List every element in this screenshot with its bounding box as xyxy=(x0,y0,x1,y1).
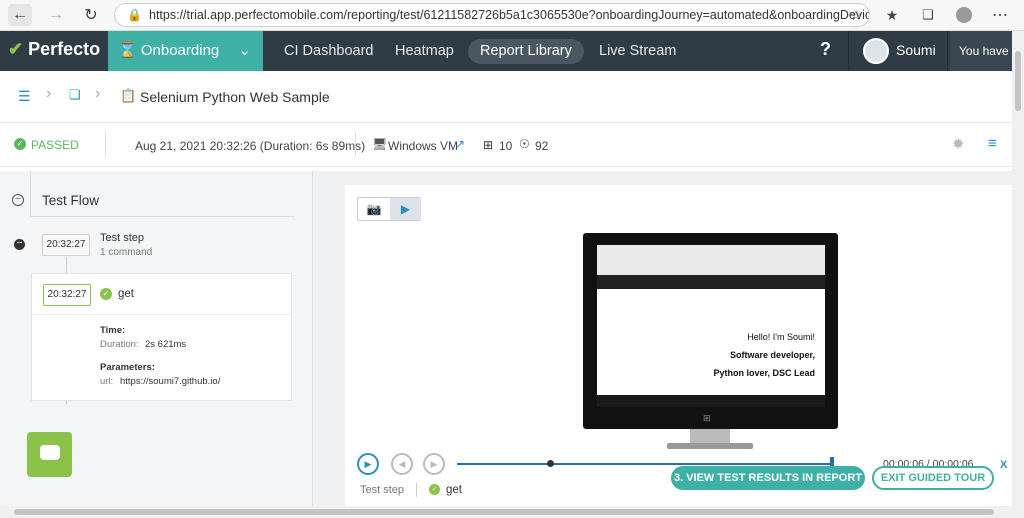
screen-line-1: Hello! I'm Soumi! xyxy=(747,332,815,342)
command-card[interactable]: 20:32:27 ✓ get Time: Duration: 2s 621ms … xyxy=(31,273,292,401)
lock-icon: 🔒 xyxy=(127,8,142,22)
previous-icon[interactable]: ◀ xyxy=(391,453,413,475)
profile-icon[interactable] xyxy=(952,4,976,26)
onboarding-menu[interactable]: ⌛ Onboarding ⌄ xyxy=(108,31,263,71)
user-name: Soumi xyxy=(896,42,936,58)
screen-taskbar xyxy=(597,395,825,407)
browser-toolbar: ← → ↻ 🔒 https://trial.app.perfectomobile… xyxy=(0,0,1024,31)
chat-button[interactable] xyxy=(27,432,72,477)
list-view-icon[interactable]: ☰ xyxy=(18,88,31,105)
external-link-icon[interactable]: ↗ xyxy=(455,137,465,151)
hourglass-icon: ⌛ xyxy=(118,42,137,59)
back-icon[interactable]: ← xyxy=(8,4,32,26)
monitor-neck xyxy=(690,429,730,443)
test-flow-panel: − Test Flow − 20:32:27 Test step 1 comma… xyxy=(0,171,313,506)
user-menu[interactable]: Soumi xyxy=(848,31,948,71)
collapse-step-icon[interactable]: − xyxy=(14,239,25,250)
play-icon[interactable]: ▶ xyxy=(357,453,379,475)
favorites-icon[interactable]: ★ xyxy=(880,4,904,26)
nav-heatmap[interactable]: Heatmap xyxy=(383,39,466,64)
perfecto-p-icon: ✔ xyxy=(8,39,24,59)
pass-icon: ✓ xyxy=(429,484,440,495)
duration-label: Duration: xyxy=(100,339,139,350)
page-title: Selenium Python Web Sample xyxy=(140,89,330,105)
media-toggle: 📷 ▶ xyxy=(357,197,421,221)
perfecto-logo[interactable]: ✔ Perfecto xyxy=(8,39,100,60)
nav-ci-dashboard[interactable]: CI Dashboard xyxy=(272,39,385,64)
chevron-down-icon: ⌄ xyxy=(238,42,251,59)
forward-icon[interactable]: → xyxy=(44,4,68,26)
screen-browser-bar xyxy=(597,245,825,275)
screen-nav xyxy=(597,275,825,289)
media-viewer: 📷 ▶ Hello! I'm Soumi! Software developer… xyxy=(345,185,1012,506)
address-bar[interactable]: 🔒 https://trial.app.perfectomobile.com/r… xyxy=(114,3,870,27)
close-tour-button[interactable]: X xyxy=(1000,459,1007,471)
pass-icon: ✓ xyxy=(100,288,112,300)
app-header: ✔ Perfecto ⌛ Onboarding ⌄ CI Dashboard H… xyxy=(0,31,1024,71)
current-step-label: Test step xyxy=(360,484,405,496)
video-icon[interactable]: ▶ xyxy=(390,198,421,220)
horizontal-scrollbar[interactable] xyxy=(0,506,1024,518)
command-name: get xyxy=(118,288,134,300)
command-timestamp: 20:32:27 xyxy=(43,284,91,306)
details-list-icon[interactable]: ≡ xyxy=(988,135,997,152)
monitor-stand xyxy=(667,443,753,449)
exit-guided-tour-button[interactable]: EXIT GUIDED TOUR xyxy=(872,466,994,490)
step-marker[interactable] xyxy=(547,460,554,467)
pass-icon: ✓ xyxy=(14,138,26,150)
favorite-star-icon[interactable]: ☆ xyxy=(844,4,868,26)
test-flow-title: Test Flow xyxy=(42,193,100,208)
chat-bubble-icon xyxy=(40,445,60,460)
logo-text: Perfecto xyxy=(28,39,101,59)
duration-value: 2s 621ms xyxy=(145,339,187,350)
chevron-right-icon: › xyxy=(46,85,52,102)
breadcrumb: ☰ › ❏ › 📋 Selenium Python Web Sample xyxy=(0,71,1012,123)
screen-line-2: Software developer, xyxy=(729,350,815,360)
clipboard-icon: 📋 xyxy=(120,88,137,103)
avatar xyxy=(863,38,889,64)
camera-icon[interactable]: 📷 xyxy=(358,198,390,220)
time-label: Time: xyxy=(100,325,126,336)
chevron-right-icon: › xyxy=(95,85,101,102)
collections-icon[interactable]: ❏ xyxy=(916,4,940,26)
screen-line-3: Python lover, DSC Lead xyxy=(713,368,815,378)
step-timestamp: 20:32:27 xyxy=(42,234,90,256)
windows-logo-icon: ⊞ xyxy=(703,413,711,423)
os-version: 10 xyxy=(499,139,513,153)
report-icon[interactable]: ❏ xyxy=(69,87,81,103)
more-menu-icon[interactable]: ⋯ xyxy=(988,4,1012,26)
onboarding-label: Onboarding xyxy=(140,42,220,59)
video-progress-bar[interactable] xyxy=(457,463,833,465)
nav-report-library[interactable]: Report Library xyxy=(468,39,584,64)
test-datetime: Aug 21, 2021 20:32:26 (Duration: 6s 89ms… xyxy=(135,139,366,153)
help-icon[interactable]: ? xyxy=(820,39,831,60)
platform-label: Windows VM xyxy=(388,139,459,153)
windows-icon: ⊞ xyxy=(483,138,494,152)
test-status-bar: ✓ PASSED Aug 21, 2021 20:32:26 (Duration… xyxy=(0,123,1012,167)
nav-live-stream[interactable]: Live Stream xyxy=(587,39,688,64)
status-badge: PASSED xyxy=(31,138,79,152)
notification-banner[interactable]: You have xyxy=(950,31,1012,71)
chrome-icon: ☉ xyxy=(519,137,530,151)
browser-version: 92 xyxy=(535,139,549,153)
collapse-all-icon[interactable]: − xyxy=(12,194,24,206)
next-icon[interactable]: ▶ xyxy=(423,453,445,475)
view-test-results-button[interactable]: 3. VIEW TEST RESULTS IN REPORT xyxy=(671,466,865,490)
step-command-count: 1 command xyxy=(100,247,153,258)
device-screen: Hello! I'm Soumi! Software developer, Py… xyxy=(583,233,838,429)
url-value: https://soumi7.github.io/ xyxy=(120,376,221,387)
parameters-label: Parameters: xyxy=(100,362,155,373)
url-text: https://trial.app.perfectomobile.com/rep… xyxy=(149,8,870,22)
monitor-icon: 🖥 xyxy=(372,137,388,151)
bug-icon[interactable]: ✹ xyxy=(952,135,965,153)
screen-content: Hello! I'm Soumi! Software developer, Py… xyxy=(597,245,825,407)
current-command: get xyxy=(446,484,462,496)
vertical-scrollbar[interactable] xyxy=(1012,31,1024,506)
reload-icon[interactable]: ↻ xyxy=(79,4,103,26)
step-name[interactable]: Test step xyxy=(100,232,144,244)
url-label: url: xyxy=(100,376,114,387)
